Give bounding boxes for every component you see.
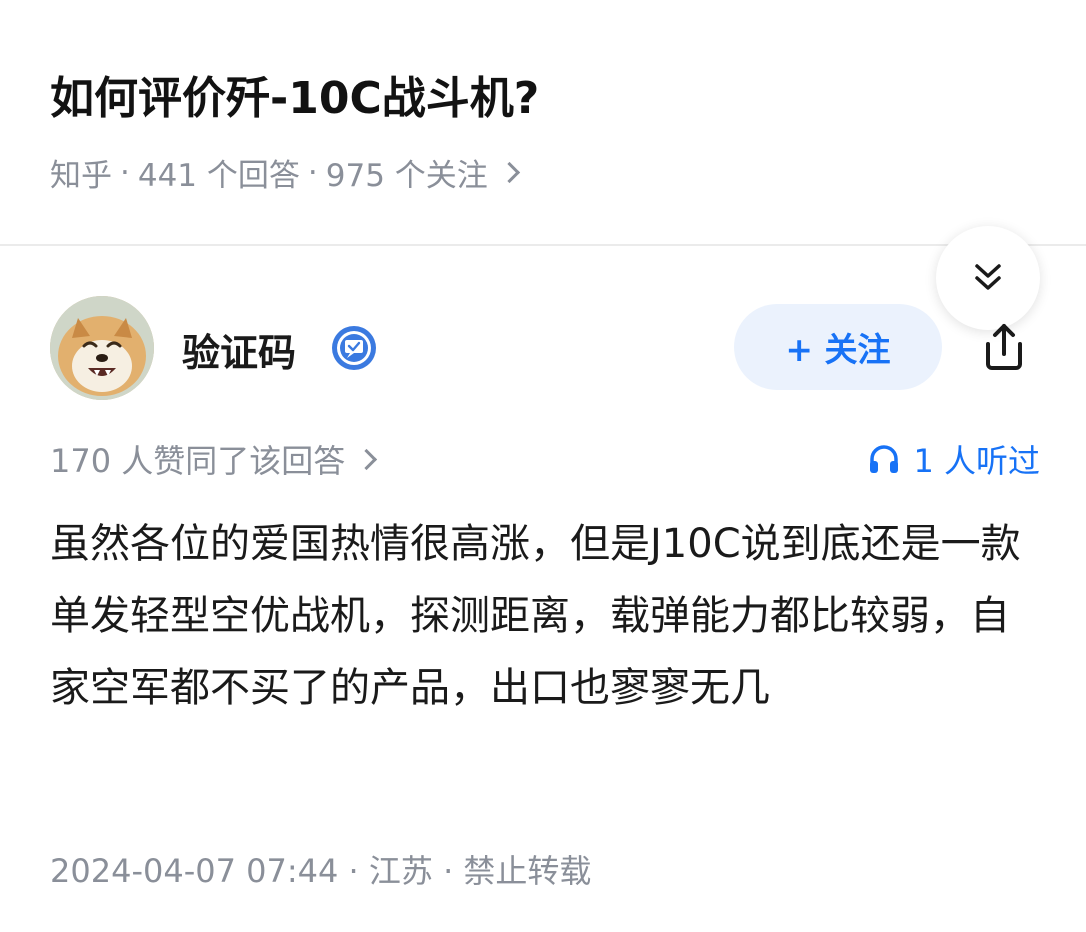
answers-count: 441 个回答 [137,158,300,194]
answer-footer-meta: 2024-04-07 07:44 · 江苏 · 禁止转载 [50,846,591,892]
chevron-right-icon [356,448,378,470]
question-meta[interactable]: 知乎 · 441 个回答 · 975 个关注 [50,150,520,195]
votes-summary[interactable]: 170 人赞同了该回答 [50,436,378,482]
dog-avatar-image [50,296,154,400]
header-divider [0,244,1086,246]
collapse-button[interactable] [936,226,1040,330]
copyright-notice: 禁止转载 [463,852,592,890]
share-icon[interactable] [974,318,1034,378]
source-label: 知乎 [50,158,112,194]
answer-date: 2024-04-07 07:44 [50,852,339,890]
votes-text: 170 人赞同了该回答 [50,442,346,480]
follow-button[interactable]: + 关注 [734,304,942,390]
meta-separator: · [348,852,359,890]
answer-content: 虽然各位的爱国热情很高涨，但是J10C说到底还是一款单发轻型空优战机，探测距离，… [50,521,1021,711]
meta-separator: · [443,852,454,890]
listened-summary[interactable]: 1 人听过 [867,436,1040,482]
verified-badge-icon [332,326,376,370]
author-name[interactable]: 验证码 [182,322,296,377]
chevron-right-icon [498,161,520,184]
double-chevron-down-icon [975,264,1001,290]
meta-separator: · [120,154,130,191]
avatar[interactable] [50,296,154,400]
answer-location: 江苏 [368,852,433,890]
meta-separator: · [307,154,318,191]
followers-count: 975 个关注 [325,158,488,194]
listened-text: 1 人听过 [913,442,1040,480]
question-title[interactable]: 如何评价歼-10C战斗机? [50,62,539,126]
headphones-icon [870,445,899,473]
